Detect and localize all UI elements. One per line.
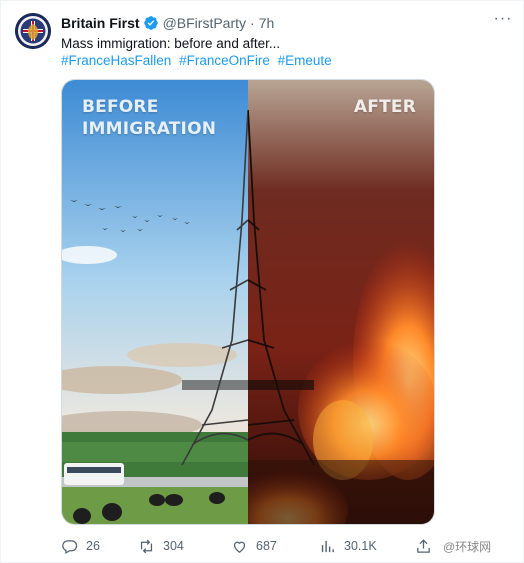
repost-icon: [140, 539, 153, 553]
eiffel-tower-day-illustration: [62, 80, 248, 524]
share-icon: [417, 538, 430, 553]
share-button[interactable]: [415, 535, 440, 557]
timestamp[interactable]: 7h: [259, 15, 275, 31]
party-logo-icon: [15, 13, 51, 49]
display-name[interactable]: Britain First: [61, 15, 140, 31]
before-label: BEFORE IMMIGRATION: [82, 97, 217, 139]
hashtag-link[interactable]: #FranceHasFallen: [61, 53, 171, 68]
tweet-media-image[interactable]: BEFORE IMMIGRATION AFTER: [61, 79, 435, 525]
heart-icon: [233, 541, 246, 553]
avatar[interactable]: [15, 13, 51, 49]
reply-icon: [62, 539, 78, 554]
hashtag-list: #FranceHasFallen #FranceOnFire #Emeute: [61, 51, 336, 70]
after-label: AFTER: [353, 97, 416, 117]
hashtag-link[interactable]: #FranceOnFire: [179, 53, 270, 68]
tweet-actions: 26 304 687 30.1K @环球网: [61, 535, 513, 557]
reply-button[interactable]: 26: [61, 535, 100, 557]
views-button[interactable]: 30.1K: [319, 535, 377, 557]
handle[interactable]: @BFirstParty: [163, 15, 246, 31]
eiffel-tower-fire-illustration: [248, 80, 434, 524]
after-scene: AFTER: [248, 80, 434, 524]
tweet-card[interactable]: Britain First @BFirstParty · 7h ··· Mass…: [0, 0, 524, 563]
like-count: 687: [256, 539, 277, 553]
more-options-icon[interactable]: ···: [493, 11, 513, 31]
analytics-icon: [321, 540, 334, 552]
before-scene: BEFORE IMMIGRATION: [62, 80, 248, 524]
like-button[interactable]: 687: [231, 535, 277, 557]
separator-dot: ·: [250, 15, 255, 31]
reply-count: 26: [86, 539, 100, 553]
repost-count: 304: [163, 539, 184, 553]
watermark: @环球网: [443, 539, 492, 554]
hashtag-link[interactable]: #Emeute: [278, 53, 332, 68]
repost-button[interactable]: 304: [138, 535, 184, 557]
view-count: 30.1K: [344, 539, 377, 553]
verified-badge-icon: [143, 16, 158, 30]
tweet-header: Britain First @BFirstParty · 7h: [61, 13, 511, 33]
